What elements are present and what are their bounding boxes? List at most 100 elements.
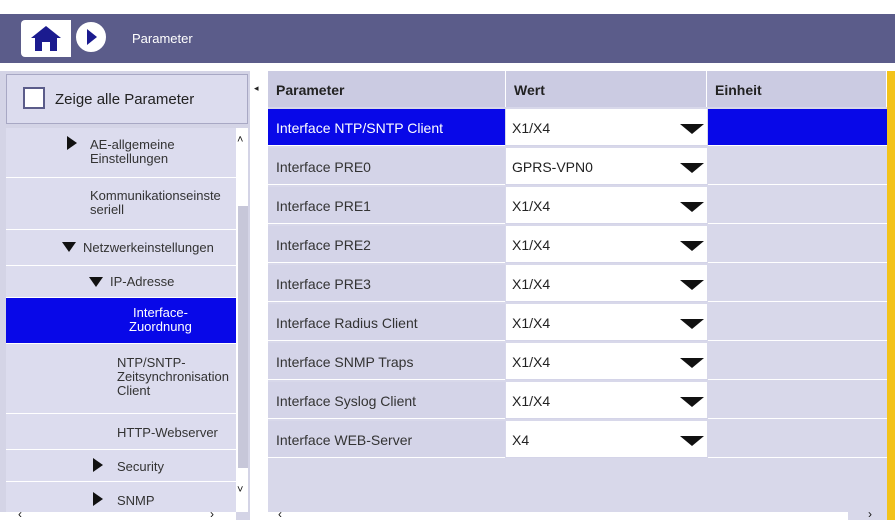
dropdown-arrow-icon[interactable]: [680, 241, 704, 251]
triangle-right-icon: [93, 458, 103, 472]
triangle-right-icon: [67, 136, 77, 150]
dropdown-arrow-icon[interactable]: [680, 280, 704, 290]
unit-cell: [708, 343, 887, 380]
dropdown-arrow-icon[interactable]: [680, 202, 704, 212]
value-dropdown[interactable]: X1/X4: [506, 109, 707, 146]
table-horizontal-scrollbar[interactable]: ‹: [268, 507, 848, 521]
page-title: Parameter: [132, 31, 193, 46]
table-row[interactable]: Interface PRE2 X1/X4: [268, 226, 887, 264]
value-text: X1/X4: [512, 198, 551, 214]
chevron-left-icon[interactable]: ‹: [18, 507, 22, 521]
tree-item-label: SNMP: [117, 493, 155, 508]
value-dropdown[interactable]: GPRS-VPN0: [506, 148, 707, 185]
unit-cell: [708, 109, 887, 146]
table-row[interactable]: Interface PRE1 X1/X4: [268, 187, 887, 225]
dropdown-arrow-icon[interactable]: [680, 397, 704, 407]
dropdown-arrow-icon[interactable]: [680, 358, 704, 368]
tree-vertical-scrollbar[interactable]: ˄ ˅: [236, 128, 248, 512]
show-all-checkbox[interactable]: [23, 87, 45, 109]
parameter-cell[interactable]: Interface Radius Client: [268, 304, 505, 341]
tree-item-snmp[interactable]: SNMP: [6, 482, 236, 512]
tree-item-http-webserver[interactable]: HTTP-Webserver: [6, 414, 236, 450]
home-icon: [31, 26, 61, 51]
tree-item-kommunikation[interactable]: Kommunikationseinste seriell: [6, 178, 236, 230]
value-dropdown[interactable]: X1/X4: [506, 187, 707, 224]
parameter-name: Interface SNMP Traps: [276, 354, 414, 370]
tree-horizontal-scrollbar[interactable]: ‹ ›: [0, 507, 236, 521]
parameter-cell[interactable]: Interface SNMP Traps: [268, 343, 505, 380]
play-icon: [87, 29, 97, 45]
tree-item-label: Client: [117, 383, 151, 398]
table-row[interactable]: Interface PRE3 X1/X4: [268, 265, 887, 303]
value-text: X1/X4: [512, 120, 551, 136]
value-text: X1/X4: [512, 315, 551, 331]
column-header-einheit[interactable]: Einheit: [707, 71, 887, 107]
triangle-down-icon: [62, 242, 76, 252]
table-row[interactable]: Interface WEB-Server X4: [268, 421, 887, 459]
unit-cell: [708, 421, 887, 458]
tree-item-ip-adresse[interactable]: IP-Adresse: [6, 266, 236, 298]
value-text: X4: [512, 432, 530, 448]
table-row[interactable]: Interface Radius Client X1/X4: [268, 304, 887, 342]
value-text: X1/X4: [512, 393, 551, 409]
triangle-down-icon: [89, 277, 103, 287]
unit-cell: [708, 304, 887, 341]
value-dropdown[interactable]: X1/X4: [506, 304, 707, 341]
parameter-cell[interactable]: Interface PRE2: [268, 226, 505, 263]
home-button[interactable]: [21, 20, 71, 57]
column-header-wert[interactable]: Wert: [506, 71, 707, 107]
parameter-cell[interactable]: Interface NTP/SNTP Client: [268, 109, 505, 146]
forward-button[interactable]: [74, 20, 108, 54]
parameter-cell[interactable]: Interface PRE3: [268, 265, 505, 302]
parameter-name: Interface Syslog Client: [276, 393, 417, 409]
tree-item-label: Kommunikationseinste: [90, 188, 221, 203]
dropdown-arrow-icon[interactable]: [680, 124, 704, 134]
tree-item-label: HTTP-Webserver: [117, 425, 218, 440]
tree-item-netzwerkeinstellungen[interactable]: Netzwerkeinstellungen: [6, 230, 236, 266]
collapse-panel-icon[interactable]: ◂: [254, 83, 259, 94]
tree-scroll-thumb[interactable]: [238, 206, 248, 468]
parameter-tree: AE-allgemeine Einstellungen Kommunikatio…: [6, 128, 236, 512]
tree-item-label: Zeitsynchronisation: [117, 369, 229, 384]
table-row[interactable]: Interface PRE0 GPRS-VPN0: [268, 148, 887, 186]
tree-item-label: Netzwerkeinstellungen: [83, 240, 214, 255]
value-text: X1/X4: [512, 276, 551, 292]
chevron-up-icon[interactable]: ˄: [237, 134, 243, 146]
parameter-cell[interactable]: Interface PRE1: [268, 187, 505, 224]
value-dropdown[interactable]: X4: [506, 421, 707, 458]
value-dropdown[interactable]: X1/X4: [506, 265, 707, 302]
unit-cell: [708, 148, 887, 185]
chevron-down-icon[interactable]: ˅: [237, 484, 243, 496]
show-all-toggle[interactable]: Zeige alle Parameter: [6, 74, 248, 124]
tree-item-ae-allgemeine[interactable]: AE-allgemeine Einstellungen: [6, 128, 236, 178]
table-row[interactable]: Interface NTP/SNTP Client X1/X4: [268, 109, 887, 147]
chevron-right-icon[interactable]: ›: [210, 507, 214, 521]
table-row[interactable]: Interface Syslog Client X1/X4: [268, 382, 887, 420]
top-bar: Parameter: [0, 14, 895, 63]
value-dropdown[interactable]: X1/X4: [506, 226, 707, 263]
parameter-name: Interface WEB-Server: [276, 432, 413, 448]
value-dropdown[interactable]: X1/X4: [506, 343, 707, 380]
value-text: GPRS-VPN0: [512, 159, 593, 175]
tree-item-ntp-sntp[interactable]: NTP/SNTP- Zeitsynchronisation Client: [6, 344, 236, 414]
value-text: X1/X4: [512, 237, 551, 253]
tree-item-label: Security: [117, 459, 164, 474]
chevron-left-icon[interactable]: ‹: [278, 507, 282, 521]
table-row[interactable]: Interface SNMP Traps X1/X4: [268, 343, 887, 381]
parameter-cell[interactable]: Interface PRE0: [268, 148, 505, 185]
tree-item-security[interactable]: Security: [6, 450, 236, 482]
column-header-parameter[interactable]: Parameter: [268, 71, 506, 107]
dropdown-arrow-icon[interactable]: [680, 163, 704, 173]
value-dropdown[interactable]: X1/X4: [506, 382, 707, 419]
accent-bar: [887, 71, 895, 520]
parameter-cell[interactable]: Interface Syslog Client: [268, 382, 505, 419]
unit-cell: [708, 265, 887, 302]
tree-item-interface-zuordnung[interactable]: Interface- Zuordnung: [6, 298, 236, 344]
chevron-right-icon[interactable]: ›: [868, 507, 872, 521]
show-all-label: Zeige alle Parameter: [55, 91, 195, 108]
column-header-label: Einheit: [715, 82, 762, 98]
dropdown-arrow-icon[interactable]: [680, 319, 704, 329]
parameter-name: Interface PRE3: [276, 276, 371, 292]
dropdown-arrow-icon[interactable]: [680, 436, 704, 446]
parameter-cell[interactable]: Interface WEB-Server: [268, 421, 505, 458]
